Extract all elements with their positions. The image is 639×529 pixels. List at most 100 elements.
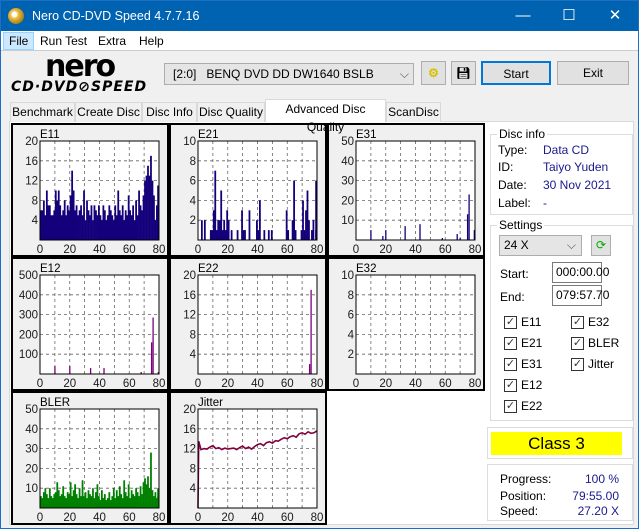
y-tick-label: 8 <box>190 463 196 475</box>
menu-bar: File Run Test Extra Help <box>1 31 638 51</box>
checkbox-e22[interactable]: ✓ <box>504 400 517 413</box>
y-tick-label: 20 <box>341 195 354 207</box>
x-tick-label: 20 <box>221 378 234 389</box>
chart-title: E31 <box>356 129 376 141</box>
x-tick-label: 0 <box>195 378 201 389</box>
y-tick-label: 10 <box>183 136 196 148</box>
minimize-button[interactable]: — <box>500 1 546 31</box>
chart-jitter: Jitter 4 8 12 16 20 0 20 40 60 80 <box>169 391 327 525</box>
refresh-icon: ⟳ <box>595 238 607 252</box>
id-value: Taiyo Yuden <box>543 160 609 174</box>
checkbox-label: E32 <box>588 315 610 329</box>
x-tick-label: 0 <box>353 378 359 389</box>
chevron-down-icon: ⌵ <box>566 238 576 252</box>
menu-file[interactable]: File <box>3 32 35 50</box>
tab-benchmark[interactable]: Benchmark <box>10 102 75 122</box>
start-button[interactable]: Start <box>481 61 551 85</box>
x-tick-label: 60 <box>281 512 294 523</box>
bar <box>308 364 311 374</box>
date-label: Date: <box>498 178 527 192</box>
bar <box>263 230 266 240</box>
chart-svg: E11 4 8 12 16 20 0 20 40 60 80 <box>25 129 166 256</box>
x-tick-label: 0 <box>353 244 359 255</box>
x-tick-label: 60 <box>123 244 136 255</box>
checkbox-jitter[interactable]: ✓ <box>571 358 584 371</box>
y-tick-label: 8 <box>32 195 38 207</box>
x-tick-label: 0 <box>37 512 43 523</box>
bar <box>456 234 458 240</box>
tab-scandisc[interactable]: ScanDisc <box>386 102 441 122</box>
menu-extra[interactable]: Extra <box>93 32 131 50</box>
bar <box>69 366 71 374</box>
y-tick-label: 400 <box>19 290 38 302</box>
drive-value: [2:0] BENQ DVD DD DW1640 BSLB <box>173 67 374 81</box>
start-time-input[interactable]: 000:00.00 <box>552 262 609 283</box>
maximize-button[interactable]: ☐ <box>546 1 592 31</box>
x-tick-label: 20 <box>63 378 76 389</box>
checkbox-e32[interactable]: ✓ <box>571 316 584 329</box>
y-tick-label: 10 <box>341 215 354 227</box>
exit-button[interactable]: Exit <box>557 61 629 85</box>
checkbox-label: Jitter <box>588 357 615 371</box>
y-tick-label: 20 <box>183 404 196 416</box>
x-tick-label: 40 <box>251 378 264 389</box>
y-tick-label: 100 <box>19 349 38 361</box>
tab-create-disc[interactable]: Create Disc <box>75 102 142 122</box>
menu-help[interactable]: Help <box>134 32 169 50</box>
drive-info-button[interactable]: ⚙ <box>421 61 446 85</box>
chart-title: E11 <box>40 129 60 141</box>
x-tick-label: 40 <box>93 378 106 389</box>
chart-svg: E31 10 20 30 40 50 0 20 40 60 80 <box>341 129 481 256</box>
bar <box>404 226 406 240</box>
checkbox-e12[interactable]: ✓ <box>504 379 517 392</box>
x-tick-label: 40 <box>409 378 422 389</box>
checkbox-label: E21 <box>521 336 543 350</box>
speed-select[interactable]: 24 X ⌵ <box>499 235 582 256</box>
checkbox-e31[interactable]: ✓ <box>504 358 517 371</box>
bar <box>227 220 230 240</box>
bar <box>152 317 154 374</box>
x-tick-label: 20 <box>63 244 76 255</box>
x-tick-label: 80 <box>311 244 324 255</box>
bar <box>287 230 290 240</box>
y-tick-label: 200 <box>19 329 38 341</box>
progress-label: Progress: <box>500 472 552 486</box>
tab-advanced-disc-quality[interactable]: Advanced Disc Quality <box>265 99 386 134</box>
save-button[interactable]: 💾︎ <box>451 61 476 85</box>
tab-disc-info[interactable]: Disc Info <box>142 102 197 122</box>
x-tick-label: 60 <box>439 244 452 255</box>
y-tick-label: 40 <box>341 156 354 168</box>
menu-run-test[interactable]: Run Test <box>35 32 92 50</box>
bar <box>214 170 217 240</box>
y-tick-label: 16 <box>183 424 196 436</box>
position-value: 79:55.00 <box>572 489 619 503</box>
y-tick-label: 8 <box>190 156 196 168</box>
y-tick-label: 16 <box>183 290 196 302</box>
settings-group: Settings 24 X ⌵ ⟳ Start: 000:00.00 End: 0… <box>490 218 633 421</box>
y-tick-label: 16 <box>25 156 38 168</box>
tab-disc-quality[interactable]: Disc Quality <box>197 102 265 122</box>
checkbox-e21[interactable]: ✓ <box>504 337 517 350</box>
y-tick-label: 30 <box>25 444 38 456</box>
checkbox-bler[interactable]: ✓ <box>571 337 584 350</box>
end-time-input[interactable]: 079:57.70 <box>552 285 609 306</box>
y-tick-label: 12 <box>183 444 196 456</box>
bar <box>203 220 206 240</box>
y-tick-label: 300 <box>19 310 38 322</box>
y-tick-label: 50 <box>341 136 354 148</box>
x-tick-label: 80 <box>153 244 166 255</box>
date-value: 30 Nov 2021 <box>543 178 612 192</box>
start-label: Start: <box>500 267 529 281</box>
drive-select[interactable]: [2:0] BENQ DVD DD DW1640 BSLB ⌵ <box>164 63 414 85</box>
drive-info-icon: ⚙ <box>428 66 439 80</box>
close-button[interactable]: ✕ <box>592 1 638 31</box>
chart-title: E12 <box>40 263 60 275</box>
settings-title: Settings <box>497 218 545 232</box>
x-tick-label: 40 <box>93 244 106 255</box>
refresh-button[interactable]: ⟳ <box>591 235 611 256</box>
x-tick-label: 0 <box>195 244 201 255</box>
x-tick-label: 0 <box>37 378 43 389</box>
chart-e32: E32 2 4 6 8 10 0 20 40 60 80 <box>327 257 485 391</box>
chevron-down-icon: ⌵ <box>399 67 409 81</box>
checkbox-e11[interactable]: ✓ <box>504 316 517 329</box>
